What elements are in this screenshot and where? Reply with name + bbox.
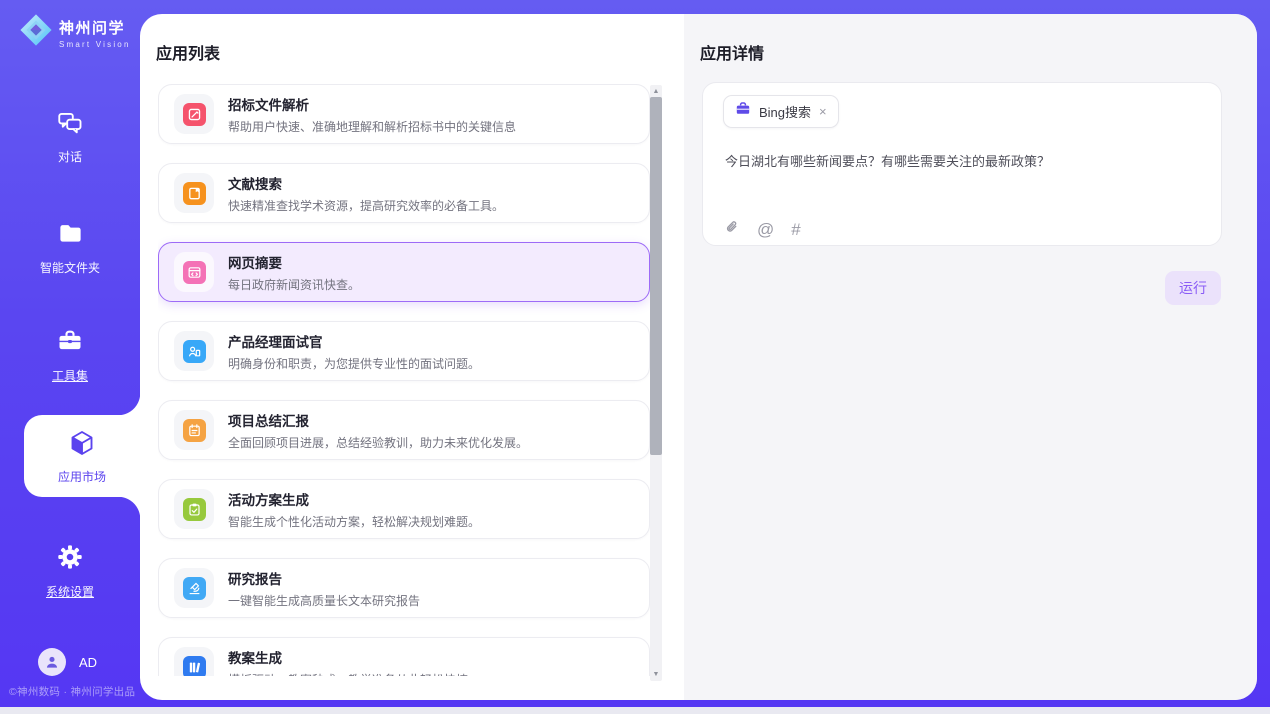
app-card[interactable]: 项目总结汇报 全面回顾项目进展，总结经验教训，助力未来优化发展。 [158,400,650,460]
notch-curve-top [118,393,140,415]
user-account[interactable]: AD [38,648,97,676]
app-icon-container [174,647,214,676]
app-description: 快速精准查找学术资源，提高研究效率的必备工具。 [228,197,504,214]
app-card[interactable]: 文献搜索 快速精准查找学术资源，提高研究效率的必备工具。 [158,163,650,223]
prompt-card: Bing搜索 × 今日湖北有哪些新闻要点？有哪些需要关注的最新政策？ @ # [702,82,1222,246]
app-description: 模板驱动，教案秒成，教学准备从此轻松快捷 [228,671,468,677]
notch-curve-bottom [118,497,140,519]
brand-subtitle: Smart Vision [59,40,131,49]
input-tools-row: @ # [724,219,801,240]
sidebar-item-app-market[interactable]: 应用市场 [24,415,140,497]
main-content: 应用列表 招标文件解析 帮助用户快速、准确地理解和解析招标书中的关键信息 文献搜… [140,14,1257,700]
app-name: 文献搜索 [228,173,504,193]
sidebar-item-settings[interactable]: 系统设置 [0,543,140,600]
app-detail-panel: 应用详情 Bing搜索 × 今日湖北有哪些新闻要点？有哪些需要关注的最新政策？ [684,14,1257,700]
avatar [38,648,66,676]
app-market-cube-icon [67,428,97,463]
sidebar-item-chat[interactable]: 对话 [0,110,140,165]
app-name: 产品经理面试官 [228,331,480,351]
doc-edit-icon [183,103,206,126]
app-name: 网页摘要 [228,252,360,272]
sidebar-item-label: 系统设置 [46,583,94,600]
app-icon-container [174,173,214,213]
brand-logo: 神州问学 Smart Vision [19,13,131,52]
notepad-icon [183,419,206,442]
user-name: AD [79,655,97,670]
app-frame: 神州问学 Smart Vision 对话 智能文件夹 [0,0,1270,707]
app-detail-title: 应用详情 [700,40,764,64]
topic-hash-icon[interactable]: # [791,221,800,238]
tool-tag-label: Bing搜索 [759,102,811,121]
run-button[interactable]: 运行 [1165,271,1221,305]
sidebar-item-smart-folder[interactable]: 智能文件夹 [0,220,140,276]
app-description: 全面回顾项目进展，总结经验教训，助力未来优化发展。 [228,434,528,451]
sidebar-item-label: 应用市场 [58,468,106,485]
clipboard-icon [183,498,206,521]
chat-icon [56,110,84,141]
scrollbar-down-arrow-icon[interactable]: ▼ [650,669,662,680]
interviewer-icon [183,340,206,363]
sidebar-item-label: 工具集 [52,367,88,384]
app-description: 帮助用户快速、准确地理解和解析招标书中的关键信息 [228,118,516,135]
sidebar-item-label: 对话 [58,148,82,165]
app-card[interactable]: 产品经理面试官 明确身份和职责，为您提供专业性的面试问题。 [158,321,650,381]
tool-tag-bing-search[interactable]: Bing搜索 × [723,95,839,128]
briefcase-icon [735,101,751,122]
mention-at-icon[interactable]: @ [757,221,774,238]
prompt-input[interactable]: 今日湖北有哪些新闻要点？有哪些需要关注的最新政策？ [725,152,1195,172]
app-name: 研究报告 [228,568,420,588]
attachment-paperclip-icon[interactable] [724,219,740,240]
scrollbar[interactable]: ▲ ▼ [650,85,662,681]
app-card[interactable]: 网页摘要 每日政府新闻资讯快查。 [158,242,650,302]
app-icon-container [174,94,214,134]
app-name: 教案生成 [228,647,468,667]
books-icon [183,656,206,677]
sidebar-item-label: 智能文件夹 [40,259,100,276]
app-icon-container [174,489,214,529]
folder-icon [57,220,84,252]
app-description: 智能生成个性化活动方案，轻松解决规划难题。 [228,513,480,530]
copyright-footer: ©神州数码 · 神州问学出品 [9,684,140,699]
scrollbar-thumb[interactable] [650,97,662,455]
app-name: 活动方案生成 [228,489,480,509]
web-summary-icon [183,261,206,284]
app-card[interactable]: 活动方案生成 智能生成个性化活动方案，轻松解决规划难题。 [158,479,650,539]
app-card[interactable]: 教案生成 模板驱动，教案秒成，教学准备从此轻松快捷 [158,637,650,676]
app-description: 明确身份和职责，为您提供专业性的面试问题。 [228,355,480,372]
app-card[interactable]: 招标文件解析 帮助用户快速、准确地理解和解析招标书中的关键信息 [158,84,650,144]
app-icon-container [174,331,214,371]
sidebar-item-toolset[interactable]: 工具集 [0,327,140,384]
app-card[interactable]: 研究报告 一键智能生成高质量长文本研究报告 [158,558,650,618]
app-name: 项目总结汇报 [228,410,528,430]
app-list-panel: 应用列表 招标文件解析 帮助用户快速、准确地理解和解析招标书中的关键信息 文献搜… [140,14,684,700]
close-icon[interactable]: × [819,105,827,118]
app-name: 招标文件解析 [228,94,516,114]
app-list-title: 应用列表 [156,40,220,64]
app-list-scroll-area: 招标文件解析 帮助用户快速、准确地理解和解析招标书中的关键信息 文献搜索 快速精… [158,84,650,676]
toolbox-icon [56,327,84,360]
app-icon-container [174,410,214,450]
scrollbar-up-arrow-icon[interactable]: ▲ [650,86,662,97]
diamond-logo-icon [19,13,53,52]
gear-icon [56,543,84,576]
app-description: 每日政府新闻资讯快查。 [228,276,360,293]
app-icon-container [174,252,214,292]
book-icon [183,182,206,205]
sidebar: 神州问学 Smart Vision 对话 智能文件夹 [0,0,140,707]
app-icon-container [174,568,214,608]
brand-name: 神州问学 [59,17,131,38]
microscope-icon [183,577,206,600]
app-description: 一键智能生成高质量长文本研究报告 [228,592,420,609]
